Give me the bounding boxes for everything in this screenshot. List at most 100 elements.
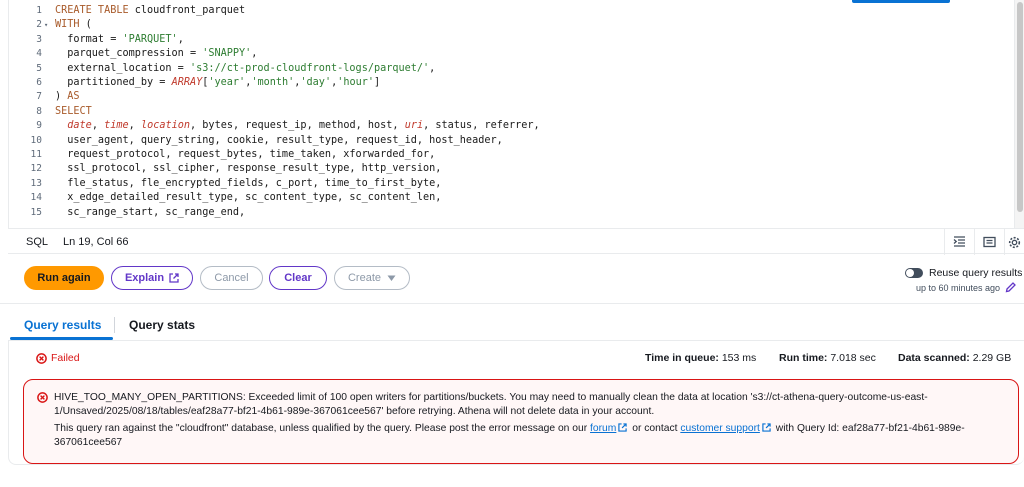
code-token: CREATE TABLE: [55, 5, 135, 16]
code-token: x_edge_detailed_result_type, sc_content_…: [55, 192, 442, 204]
code-token: 'PARQUET': [122, 33, 178, 45]
explain-label: Explain: [124, 272, 165, 284]
code-line[interactable]: 9 date, time, location, bytes, request_i…: [9, 119, 1009, 133]
time-in-queue-label: Time in queue:: [645, 352, 719, 364]
error-text: HIVE_TOO_MANY_OPEN_PARTITIONS: Exceeded …: [54, 391, 1004, 453]
code-token: time: [104, 120, 129, 132]
code-token: ]: [374, 77, 381, 88]
customer-support-link[interactable]: customer support: [680, 423, 760, 434]
code-token: 'year': [208, 77, 246, 88]
line-code: parquet_compression = 'SNAPPY',: [55, 47, 257, 61]
code-line[interactable]: 15 sc_range_start, sc_range_end,: [9, 206, 1009, 220]
keyboard-icon: [983, 236, 996, 248]
line-code: format = 'PARQUET',: [55, 33, 184, 47]
code-line[interactable]: 1 CREATE TABLE cloudfront_parquet: [9, 4, 1009, 18]
line-number: 9: [36, 120, 42, 132]
sql-editor[interactable]: 1 CREATE TABLE cloudfront_parquet 2 ▾ WITH (…: [8, 0, 1024, 228]
status-text: Failed: [51, 352, 80, 364]
code-line[interactable]: 10 user_agent, query_string, cookie, res…: [9, 134, 1009, 148]
line-number: 15: [30, 206, 42, 218]
line-number: 1: [36, 5, 42, 16]
line-number: 10: [30, 134, 42, 146]
code-token: ): [55, 91, 68, 103]
code-line[interactable]: 4 parquet_compression = 'SNAPPY',: [9, 47, 1009, 61]
code-token: ,: [91, 120, 105, 132]
cursor-position: Ln 19, Col 66: [63, 236, 129, 248]
reuse-results-age: up to 60 minutes ago: [916, 283, 1001, 293]
run-time-stat: Run time: 7.018 sec: [779, 352, 876, 364]
explain-button[interactable]: Explain: [111, 266, 193, 290]
code-line[interactable]: 13 fle_status, fle_encrypted_fields, c_p…: [9, 177, 1009, 191]
line-code: WITH (: [55, 18, 92, 32]
code-line[interactable]: 12 ssl_protocol, ssl_cipher, response_re…: [9, 162, 1009, 176]
code-line[interactable]: 8 SELECT: [9, 105, 1009, 119]
scrollbar-thumb[interactable]: [1017, 2, 1023, 212]
code-token: ,: [423, 120, 436, 132]
code-line[interactable]: 5 external_location = 's3://ct-prod-clou…: [9, 62, 1009, 76]
code-line[interactable]: 3 format = 'PARQUET',: [9, 33, 1009, 47]
code-line[interactable]: 6 partitioned_by = ARRAY['year','month',…: [9, 76, 1009, 90]
code-token: ssl_protocol, ssl_cipher, response_resul…: [55, 163, 442, 175]
forum-link[interactable]: forum: [590, 423, 616, 434]
code-token: partitioned_by: [55, 77, 160, 88]
time-in-queue-value: 153 ms: [721, 352, 757, 364]
line-code: ssl_protocol, ssl_cipher, response_resul…: [55, 162, 441, 176]
code-token: parquet_compression: [55, 48, 190, 60]
tab-query-stats[interactable]: Query stats: [129, 310, 195, 340]
code-line[interactable]: 2 ▾ WITH (: [9, 18, 1009, 32]
error-icon: [37, 392, 48, 403]
code-token: 'SNAPPY': [202, 48, 252, 60]
line-code: sc_range_start, sc_range_end,: [55, 206, 245, 220]
language-indicator: SQL: [26, 236, 49, 248]
code-token: ,: [177, 33, 184, 45]
line-code: user_agent, query_string, cookie, result…: [55, 134, 502, 148]
line-number: 7: [36, 91, 42, 103]
run-again-button[interactable]: Run again: [24, 266, 104, 290]
code-token: external_location: [55, 62, 178, 74]
line-code: external_location = 's3://ct-prod-cloudf…: [55, 62, 435, 76]
shortcuts-button[interactable]: [974, 229, 1004, 255]
error-detail: This query ran against the "cloudfront" …: [54, 422, 1004, 450]
code-token: location: [140, 120, 191, 132]
code-token: ,: [429, 62, 436, 74]
line-code: request_protocol, request_bytes, time_ta…: [55, 148, 435, 162]
editor-scrollbar[interactable]: [1014, 0, 1024, 228]
editor-settings-button[interactable]: [1004, 229, 1024, 255]
line-number: 4: [36, 48, 42, 60]
indent-icon: [953, 236, 965, 247]
error-detail-prefix: This query ran against the "cloudfront" …: [54, 423, 588, 434]
section-divider: [0, 303, 1024, 304]
code-line[interactable]: 7) AS: [9, 90, 1009, 104]
format-query-button[interactable]: [944, 229, 974, 255]
reuse-results-toggle[interactable]: [905, 268, 923, 278]
code-token: ,: [251, 48, 258, 60]
line-number: 6: [36, 77, 42, 88]
fold-toggle-icon[interactable]: ▾: [44, 18, 48, 32]
clear-button[interactable]: Clear: [269, 266, 327, 290]
external-link-icon: [762, 423, 771, 432]
code-token: format: [55, 33, 111, 45]
code-token: date: [67, 120, 92, 132]
code-token: sc_range_start, sc_range_end,: [55, 206, 246, 218]
line-code: SELECT: [55, 105, 92, 119]
create-dropdown-button[interactable]: Create: [334, 266, 410, 290]
external-link-icon: [169, 273, 179, 283]
code-line[interactable]: 14 x_edge_detailed_result_type, sc_conte…: [9, 191, 1009, 205]
code-line[interactable]: 11 request_protocol, request_bytes, time…: [9, 148, 1009, 162]
code-token: =: [189, 48, 203, 60]
run-time-value: 7.018 sec: [830, 352, 876, 364]
gear-icon: [1008, 236, 1021, 248]
edit-pencil-icon[interactable]: [1005, 282, 1016, 293]
tab-separator: [114, 317, 115, 333]
code-token: =: [110, 33, 123, 45]
code-token: =: [159, 77, 172, 88]
line-number: 3: [36, 33, 42, 45]
external-link-icon: [618, 423, 628, 432]
code-token: WITH: [55, 19, 86, 31]
time-in-queue-stat: Time in queue: 153 ms: [645, 352, 756, 364]
tab-query-results[interactable]: Query results: [24, 310, 101, 340]
cancel-button[interactable]: Cancel: [200, 266, 263, 290]
code-token: fle_status, fle_encrypted_fields, c_port…: [55, 177, 442, 189]
caret-down-icon: [387, 275, 396, 281]
